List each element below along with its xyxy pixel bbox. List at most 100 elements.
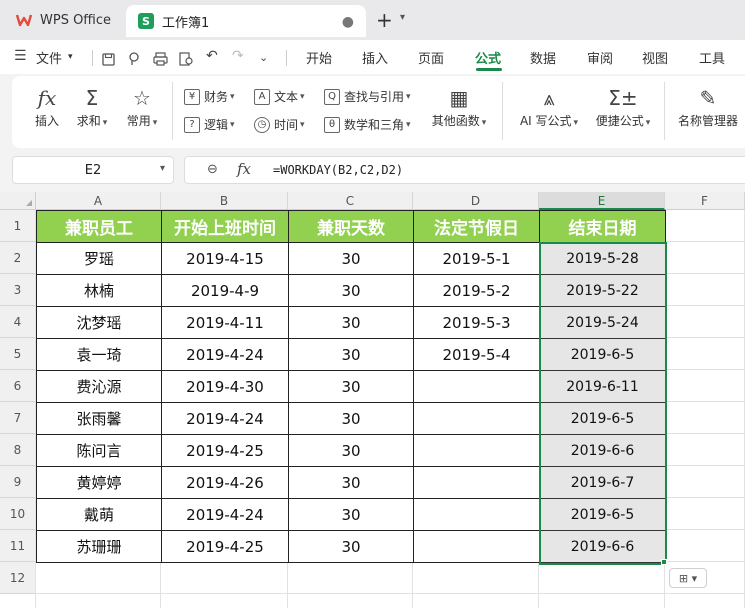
other-functions-button[interactable]: ▦ 其他函数 ▾ bbox=[426, 84, 492, 129]
file-menu[interactable]: 文件 bbox=[36, 48, 62, 67]
table-cell[interactable]: 2019-5-24 bbox=[539, 306, 666, 339]
spreadsheet-grid[interactable]: ABCDEF 1 2 3 4 5 6 7 8 9 10 11 12 兼职员工 开始上班时间 兼职天数 法定节… bbox=[0, 192, 745, 608]
time-functions-button[interactable]: ◷ 时间 ▾ bbox=[254, 116, 305, 133]
more-quick-access-icon[interactable]: ⌄ bbox=[259, 51, 268, 64]
table-cell[interactable]: 2019-4-24 bbox=[161, 498, 289, 531]
table-cell[interactable]: 30 bbox=[288, 434, 414, 467]
column-header-a[interactable]: A bbox=[36, 192, 161, 210]
table-cell[interactable]: 30 bbox=[288, 466, 414, 499]
table-header-cell[interactable]: 兼职天数 bbox=[288, 210, 414, 243]
common-functions-button[interactable]: ☆ 常用 ▾ bbox=[118, 84, 166, 129]
table-cell[interactable]: 2019-6-5 bbox=[539, 338, 666, 371]
table-cell[interactable]: 30 bbox=[288, 338, 414, 371]
insert-function-button[interactable]: fx 插入 bbox=[32, 84, 62, 129]
column-header-f[interactable]: F bbox=[665, 192, 745, 210]
row-header-10[interactable]: 10 bbox=[0, 498, 36, 530]
table-cell[interactable]: 30 bbox=[288, 530, 414, 563]
text-functions-button[interactable]: A 文本 ▾ bbox=[254, 88, 305, 105]
row-header-5[interactable]: 5 bbox=[0, 338, 36, 370]
table-cell[interactable]: 2019-4-24 bbox=[161, 402, 289, 435]
table-cell[interactable] bbox=[413, 370, 540, 403]
chevron-down-icon[interactable]: ▾ bbox=[400, 12, 405, 23]
column-header-b[interactable]: B bbox=[161, 192, 288, 210]
table-cell[interactable]: 30 bbox=[288, 498, 414, 531]
fx-icon[interactable]: fx bbox=[237, 160, 251, 178]
document-tab[interactable]: S 工作簿1 ● bbox=[126, 5, 366, 37]
unsaved-dot-icon[interactable]: ● bbox=[342, 14, 354, 30]
row-header-9[interactable]: 9 bbox=[0, 466, 36, 498]
quick-formula-button[interactable]: Σ± 便捷公式 ▾ bbox=[590, 84, 656, 129]
table-cell[interactable]: 张雨馨 bbox=[36, 402, 162, 435]
table-cell[interactable] bbox=[413, 466, 540, 499]
table-cell[interactable]: 2019-5-1 bbox=[413, 242, 540, 275]
table-cell[interactable]: 沈梦瑶 bbox=[36, 306, 162, 339]
undo-icon[interactable]: ↶ bbox=[206, 48, 218, 64]
math-button[interactable]: θ 数学和三角 ▾ bbox=[324, 116, 411, 133]
table-cell[interactable]: 2019-5-3 bbox=[413, 306, 540, 339]
table-cell[interactable]: 2019-5-2 bbox=[413, 274, 540, 307]
row-header-8[interactable]: 8 bbox=[0, 434, 36, 466]
name-manager-button[interactable]: ✎ 名称管理器 bbox=[676, 84, 740, 129]
table-cell[interactable]: 30 bbox=[288, 274, 414, 307]
autosum-button[interactable]: Σ 求和 ▾ bbox=[74, 84, 110, 129]
table-cell[interactable]: 2019-6-5 bbox=[539, 402, 666, 435]
table-cell[interactable]: 黄婷婷 bbox=[36, 466, 162, 499]
table-cell[interactable]: 陈问言 bbox=[36, 434, 162, 467]
table-cell[interactable]: 2019-4-26 bbox=[161, 466, 289, 499]
table-cell[interactable]: 戴萌 bbox=[36, 498, 162, 531]
hamburger-icon[interactable]: ☰ bbox=[14, 48, 27, 64]
table-cell[interactable]: 2019-4-30 bbox=[161, 370, 289, 403]
print-preview-icon[interactable] bbox=[179, 52, 194, 66]
table-cell[interactable]: 2019-4-9 bbox=[161, 274, 289, 307]
column-header-e[interactable]: E bbox=[539, 192, 665, 210]
table-cell[interactable] bbox=[413, 530, 540, 563]
row-header-12[interactable]: 12 bbox=[0, 562, 36, 594]
table-header-cell[interactable]: 开始上班时间 bbox=[161, 210, 289, 243]
row-header-3[interactable]: 3 bbox=[0, 274, 36, 306]
table-cell[interactable]: 2019-4-15 bbox=[161, 242, 289, 275]
finance-button[interactable]: ¥ 财务 ▾ bbox=[184, 88, 235, 105]
table-cell[interactable]: 罗瑶 bbox=[36, 242, 162, 275]
export-pdf-icon[interactable] bbox=[127, 52, 141, 66]
menu-tab-view[interactable]: 视图 bbox=[642, 48, 668, 67]
table-cell[interactable]: 2019-5-28 bbox=[539, 242, 666, 275]
redo-icon[interactable]: ↷ bbox=[232, 48, 244, 64]
table-cell[interactable]: 2019-6-6 bbox=[539, 530, 666, 563]
row-header-4[interactable]: 4 bbox=[0, 306, 36, 338]
new-tab-icon[interactable]: + bbox=[376, 8, 393, 32]
table-cell[interactable]: 2019-4-11 bbox=[161, 306, 289, 339]
table-cell[interactable]: 袁一琦 bbox=[36, 338, 162, 371]
table-cell[interactable]: 林楠 bbox=[36, 274, 162, 307]
menu-tab-home[interactable]: 开始 bbox=[306, 48, 332, 67]
row-header-1[interactable]: 1 bbox=[0, 210, 36, 242]
table-cell[interactable]: 30 bbox=[288, 242, 414, 275]
formula-bar[interactable]: ⊖ fx =WORKDAY(B2,C2,D2) bbox=[184, 156, 745, 184]
menu-tab-formula[interactable]: 公式 bbox=[475, 48, 501, 67]
logic-button[interactable]: ? 逻辑 ▾ bbox=[184, 116, 235, 133]
menu-tab-tools[interactable]: 工具 bbox=[699, 48, 725, 67]
table-cell[interactable]: 30 bbox=[288, 370, 414, 403]
select-all-corner[interactable] bbox=[0, 192, 36, 210]
fill-handle[interactable] bbox=[661, 559, 667, 565]
table-cell[interactable]: 2019-6-6 bbox=[539, 434, 666, 467]
zoom-icon[interactable]: ⊖ bbox=[207, 162, 218, 177]
table-cell[interactable]: 2019-4-25 bbox=[161, 434, 289, 467]
table-cell[interactable]: 2019-6-5 bbox=[539, 498, 666, 531]
table-cell[interactable]: 2019-4-25 bbox=[161, 530, 289, 563]
formula-input[interactable]: =WORKDAY(B2,C2,D2) bbox=[273, 163, 403, 177]
table-cell[interactable]: 2019-4-24 bbox=[161, 338, 289, 371]
print-icon[interactable] bbox=[153, 52, 168, 66]
file-menu-caret-icon[interactable]: ▾ bbox=[68, 52, 73, 62]
table-cell[interactable]: 2019-6-7 bbox=[539, 466, 666, 499]
table-cell[interactable] bbox=[413, 498, 540, 531]
table-cell[interactable]: 30 bbox=[288, 306, 414, 339]
row-header-11[interactable]: 11 bbox=[0, 530, 36, 562]
table-cell[interactable]: 苏珊珊 bbox=[36, 530, 162, 563]
column-header-d[interactable]: D bbox=[413, 192, 539, 210]
name-box[interactable]: E2 ▾ bbox=[12, 156, 174, 184]
table-cell[interactable] bbox=[413, 434, 540, 467]
menu-tab-review[interactable]: 审阅 bbox=[587, 48, 613, 67]
row-header-7[interactable]: 7 bbox=[0, 402, 36, 434]
menu-tab-page[interactable]: 页面 bbox=[418, 48, 444, 67]
table-cell[interactable]: 2019-6-11 bbox=[539, 370, 666, 403]
